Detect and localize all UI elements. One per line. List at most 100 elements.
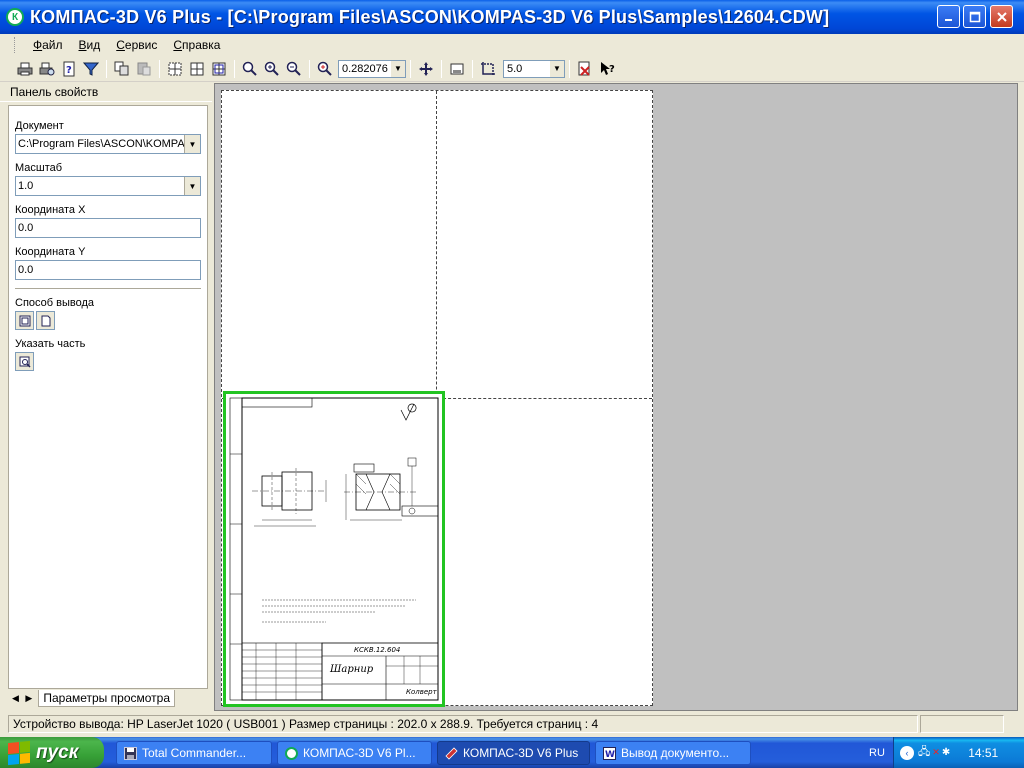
x-value: 0.0 <box>18 222 34 234</box>
step-combo[interactable]: 5.0 ▼ <box>503 59 565 78</box>
zoom-combo[interactable]: 0.282076 ▼ <box>338 59 406 78</box>
zoom-window-icon <box>242 61 257 76</box>
start-button[interactable]: пуск <box>0 737 104 768</box>
output-fit-button[interactable] <box>15 311 34 330</box>
tab-scroll-arrows-icon[interactable]: ◀ ▶ <box>8 693 38 704</box>
menu-service[interactable]: Сервис <box>108 38 165 52</box>
menu-help[interactable]: Справка <box>165 38 228 52</box>
print-icon <box>17 62 33 75</box>
toolbar-separator <box>106 59 107 78</box>
status-extra-cell <box>920 715 1004 733</box>
task-kompas-1[interactable]: КОМПАС-3D V6 Pl... <box>277 741 432 765</box>
preview-canvas[interactable]: КСКВ.12.604 Шарнир Колверт <box>214 83 1018 711</box>
menu-grip[interactable] <box>14 37 17 53</box>
floppy-icon <box>123 746 137 760</box>
sheet-fit-icon <box>212 62 226 75</box>
context-help-button[interactable]: ? <box>596 58 618 80</box>
toolbar-separator <box>441 59 442 78</box>
chevron-down-icon[interactable]: ▼ <box>184 177 200 195</box>
scale-select[interactable]: 1.0 ▼ <box>15 176 201 196</box>
sheet-grid-button[interactable] <box>186 58 208 80</box>
snap-button[interactable] <box>477 58 499 80</box>
output-page-button[interactable] <box>36 311 55 330</box>
exit-preview-icon <box>578 61 590 76</box>
task-kompas-2[interactable]: КОМПАС-3D V6 Plus <box>437 741 590 765</box>
antivirus-icon[interactable]: ✕ <box>932 747 940 758</box>
select-part-button[interactable] <box>15 352 34 371</box>
task-label: КОМПАС-3D V6 Plus <box>463 746 579 760</box>
x-label: Координата X <box>15 204 86 216</box>
y-field[interactable]: 0.0 <box>15 260 201 280</box>
stamp-code: КСКВ.12.604 <box>354 646 401 654</box>
document-label: Документ <box>15 120 64 132</box>
copy-button[interactable] <box>111 58 133 80</box>
frame-button[interactable] <box>446 58 468 80</box>
zoom-window-button[interactable] <box>239 58 261 80</box>
maximize-button[interactable] <box>963 5 986 28</box>
scale-label: Масштаб <box>15 162 63 174</box>
sheet-layout-button[interactable] <box>164 58 186 80</box>
menu-bar: Файл Вид Сервис Справка <box>0 34 1024 56</box>
drawing-content <box>229 397 439 701</box>
security-icon[interactable]: ✱ <box>942 747 950 758</box>
chevron-down-icon[interactable]: ▼ <box>184 135 200 153</box>
sheet-grid-icon <box>190 62 204 75</box>
exit-preview-button[interactable] <box>574 58 596 80</box>
zoom-value: 0.282076 <box>342 62 388 75</box>
toolbar: ? 0.282076 ▼ 5.0 ▼ ? <box>0 56 1024 82</box>
page-icon <box>41 315 50 326</box>
windows-logo-icon <box>8 740 30 765</box>
zoom-out-icon <box>286 61 301 76</box>
language-indicator[interactable]: RU <box>862 737 892 768</box>
part-label: Указать часть <box>15 338 86 350</box>
toolbar-separator <box>472 59 473 78</box>
window-title: КОМПАС-3D V6 Plus - [C:\Program Files\AS… <box>30 6 830 27</box>
tab-view-params[interactable]: Параметры просмотра <box>38 689 175 707</box>
print-button[interactable] <box>14 58 36 80</box>
paste-button[interactable] <box>133 58 155 80</box>
toolbar-separator <box>569 59 570 78</box>
filter-button[interactable] <box>80 58 102 80</box>
menu-view[interactable]: Вид <box>71 38 109 52</box>
network-icon[interactable]: 🖧 <box>918 743 930 762</box>
copy-icon <box>114 61 129 75</box>
kompas-logo-icon[interactable]: К <box>6 8 24 26</box>
zoom-in-button[interactable] <box>261 58 283 80</box>
toolbar-separator <box>410 59 411 78</box>
zoom-scale-button[interactable] <box>314 58 336 80</box>
y-label: Координата Y <box>15 246 86 258</box>
x-field[interactable]: 0.0 <box>15 218 201 238</box>
close-button[interactable] <box>990 5 1013 28</box>
maximize-icon <box>969 11 980 22</box>
document-select[interactable]: C:\Program Files\ASCON\KOMPA ▼ <box>15 134 201 154</box>
svg-text:?: ? <box>609 64 615 75</box>
panel-tabs: ◀ ▶ Параметры просмотра <box>8 688 208 708</box>
system-tray: ‹ 🖧 ✕ ✱ 14:51 <box>893 737 1024 768</box>
zoom-in-icon <box>264 61 279 76</box>
panel-separator <box>15 288 201 289</box>
task-label: Total Commander... <box>142 746 247 760</box>
drawing-sheet[interactable]: КСКВ.12.604 Шарнир Колверт <box>223 391 445 707</box>
print-preview-button[interactable] <box>36 58 58 80</box>
close-icon <box>996 11 1007 22</box>
status-bar: Устройство вывода: HP LaserJet 1020 ( US… <box>0 713 1024 735</box>
chevron-down-icon[interactable]: ▼ <box>550 60 564 77</box>
tray-expand-icon[interactable]: ‹ <box>900 745 914 760</box>
info-button[interactable]: ? <box>58 58 80 80</box>
zoom-out-button[interactable] <box>283 58 305 80</box>
filter-icon <box>83 62 99 76</box>
part-buttons <box>15 352 201 371</box>
chevron-down-icon[interactable]: ▼ <box>391 60 405 77</box>
task-output-document[interactable]: W Вывод документо... <box>595 741 751 765</box>
svg-text:?: ? <box>66 65 72 76</box>
clock[interactable]: 14:51 <box>968 746 998 760</box>
word-icon: W <box>602 746 616 760</box>
pan-button[interactable] <box>415 58 437 80</box>
minimize-button[interactable] <box>937 5 960 28</box>
task-total-commander[interactable]: Total Commander... <box>116 741 272 765</box>
context-help-icon: ? <box>601 61 615 75</box>
step-value: 5.0 <box>507 62 523 75</box>
svg-text:W: W <box>605 750 615 760</box>
menu-file[interactable]: Файл <box>25 38 71 52</box>
sheet-fit-button[interactable] <box>208 58 230 80</box>
